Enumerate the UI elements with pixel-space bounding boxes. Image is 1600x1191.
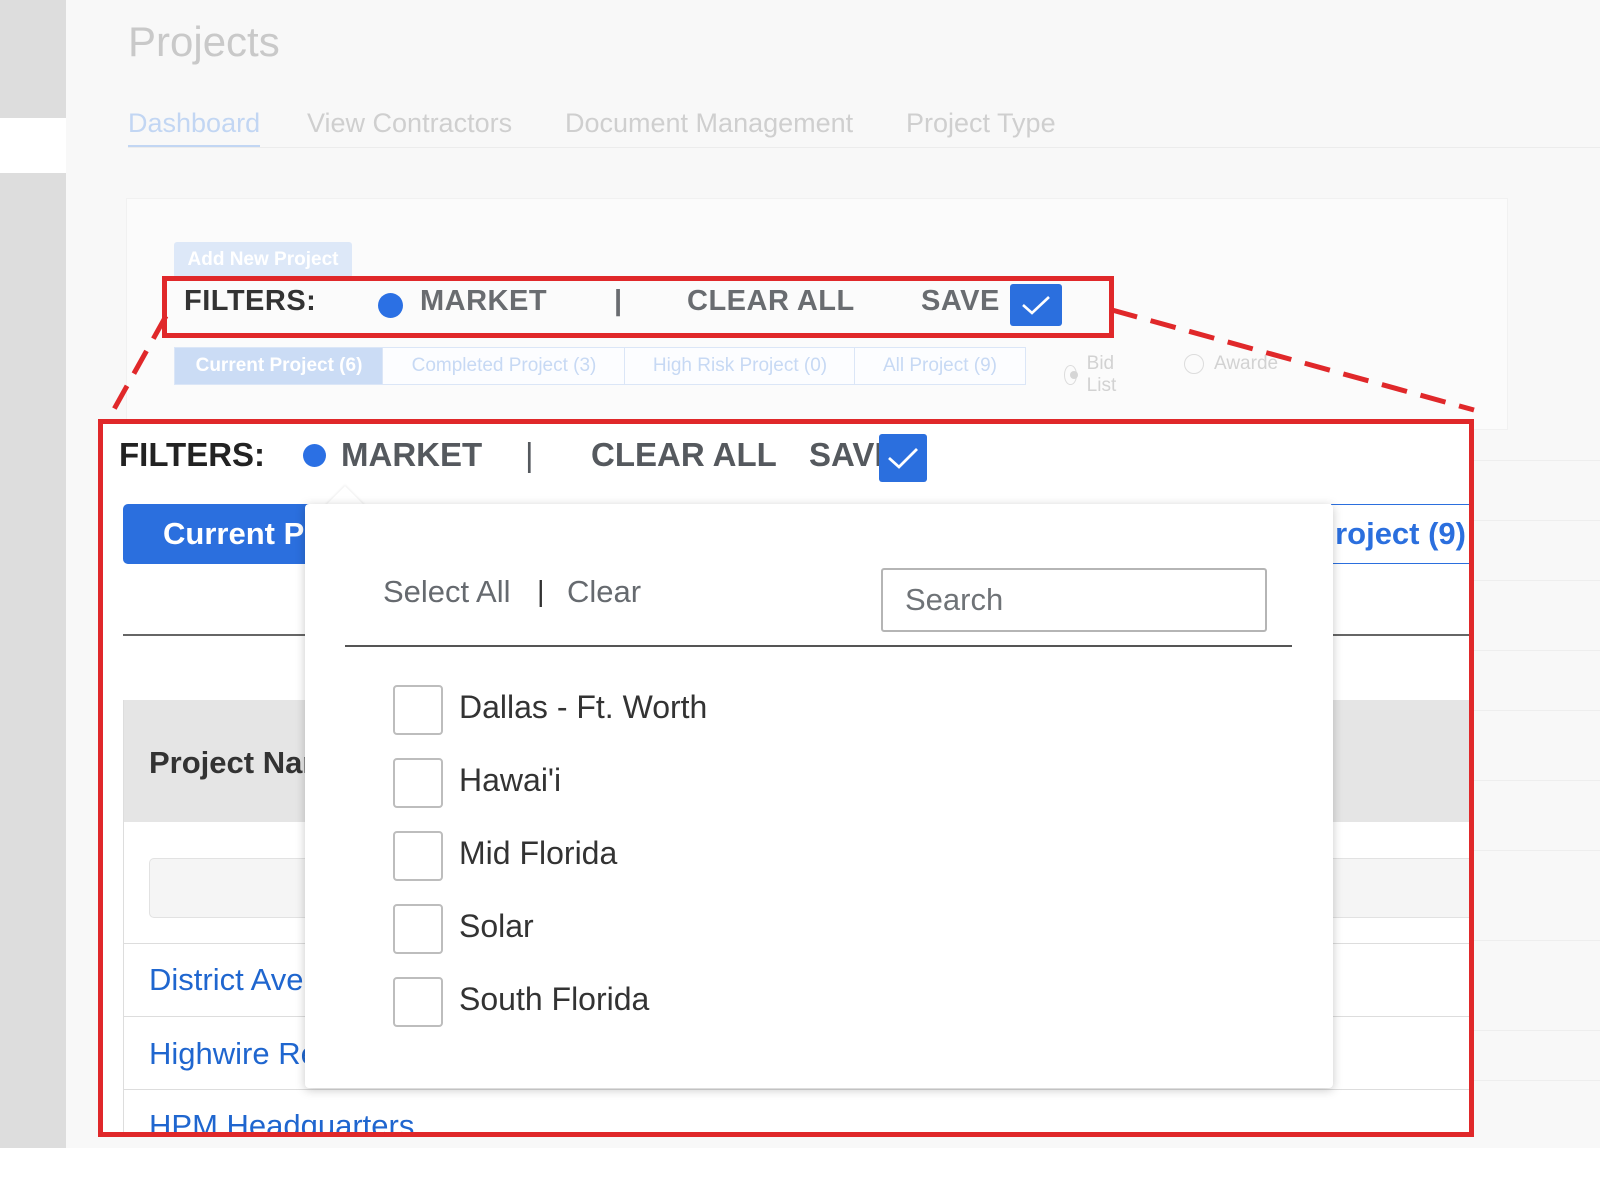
market-search-input[interactable]: [881, 568, 1267, 632]
market-option-label: Hawai'i: [459, 762, 562, 798]
market-dropdown: Select All | Clear Dallas - Ft. Worth Ha…: [305, 504, 1333, 1088]
zoom-clear-all-button[interactable]: CLEAR ALL: [591, 436, 777, 474]
row-divider: [123, 1089, 1469, 1090]
dropdown-separator: |: [537, 576, 545, 608]
zoom-save-button[interactable]: [879, 434, 927, 482]
bid-list-label: Bid List: [1086, 353, 1117, 396]
market-option[interactable]: Hawai'i: [393, 758, 993, 808]
highlight-box: [162, 276, 1114, 338]
bid-list-radio[interactable]: Bid List: [1064, 353, 1124, 397]
market-option[interactable]: Dallas - Ft. Worth: [393, 685, 993, 735]
project-link-district-ave[interactable]: District Ave: [149, 962, 303, 998]
dropdown-caret: [325, 486, 365, 506]
select-all-link[interactable]: Select All: [383, 574, 511, 610]
dropdown-divider: [345, 645, 1292, 647]
project-link-hpm-headquarters[interactable]: HPM Headquarters: [149, 1108, 414, 1132]
market-option[interactable]: Solar: [393, 904, 993, 954]
zoom-filter-separator: |: [525, 436, 534, 473]
checkmark-icon: [888, 448, 918, 469]
zoom-market-dot-icon: [303, 444, 326, 467]
checkbox[interactable]: [393, 685, 443, 735]
column-project-name[interactable]: Project Nar: [149, 745, 314, 781]
market-option-label: Dallas - Ft. Worth: [459, 689, 708, 725]
awarded-radio[interactable]: Awarde: [1184, 353, 1278, 375]
market-option-label: Solar: [459, 908, 534, 944]
sidebar: [0, 173, 66, 1148]
tab-completed-project[interactable]: Completed Project (3): [382, 347, 626, 385]
radio-selected-icon: [1064, 365, 1078, 385]
tab-document-management[interactable]: Document Management: [565, 108, 853, 139]
awarded-label: Awarde: [1214, 353, 1279, 374]
zoom-tab-all-project[interactable]: roject (9): [1331, 504, 1469, 564]
checkbox[interactable]: [393, 977, 443, 1027]
tab-dashboard[interactable]: Dashboard: [128, 108, 261, 147]
zoom-market-filter[interactable]: MARKET: [341, 436, 482, 474]
tab-high-risk-project[interactable]: High Risk Project (0): [624, 347, 856, 385]
sidebar-top: [0, 0, 66, 118]
project-link-highwire[interactable]: Highwire Re: [149, 1036, 318, 1072]
tab-view-contractors[interactable]: View Contractors: [307, 108, 512, 139]
checkbox[interactable]: [393, 904, 443, 954]
page-title: Projects: [128, 18, 280, 65]
radio-icon: [1184, 354, 1204, 374]
zoom-panel: FILTERS: MARKET | CLEAR ALL SAVE Current…: [98, 419, 1474, 1137]
market-option[interactable]: South Florida: [393, 977, 993, 1027]
checkbox[interactable]: [393, 831, 443, 881]
zoom-filters-label: FILTERS:: [119, 436, 266, 473]
market-option-label: South Florida: [459, 981, 650, 1017]
tabs-divider: [128, 147, 1600, 148]
checkbox[interactable]: [393, 758, 443, 808]
tab-project-type[interactable]: Project Type: [906, 108, 1056, 139]
tab-all-project[interactable]: All Project (9): [854, 347, 1026, 385]
market-option-label: Mid Florida: [459, 835, 618, 871]
add-new-project-button[interactable]: Add New Project: [174, 242, 352, 278]
market-option[interactable]: Mid Florida: [393, 831, 993, 881]
tab-current-project[interactable]: Current Project (6): [174, 347, 384, 385]
table-border: [123, 700, 124, 1132]
clear-link[interactable]: Clear: [567, 574, 641, 610]
